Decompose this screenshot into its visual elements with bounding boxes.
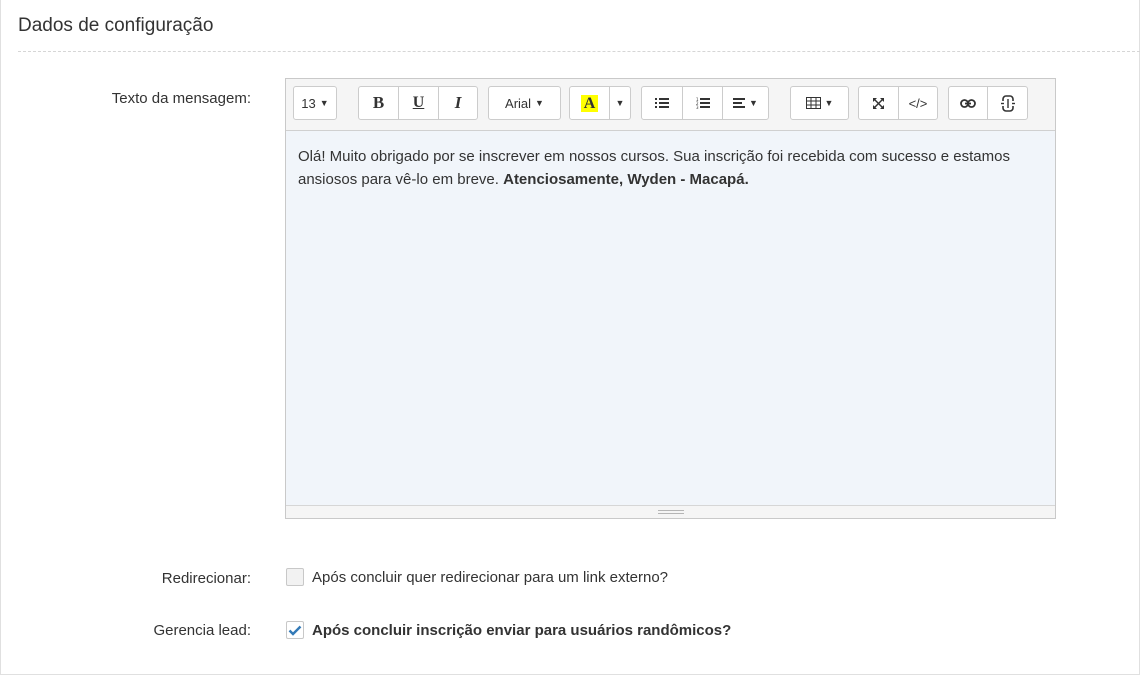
font-family-dropdown[interactable]: Arial ▼ <box>488 86 561 120</box>
font-size-group: 13 ▼ <box>293 86 337 120</box>
fullscreen-icon <box>873 97 884 109</box>
rich-text-editor: 13 ▼ B U I Arial ▼ A ▼ 1 2 3 ▼ ▼ </> Olá… <box>285 78 1056 519</box>
message-label: Texto da mensagem: <box>111 90 251 107</box>
color-dropdown-button[interactable]: ▼ <box>609 86 631 120</box>
link-icon <box>960 98 976 108</box>
caret-down-icon: ▼ <box>535 98 544 108</box>
editor-toolbar: 13 ▼ B U I Arial ▼ A ▼ 1 2 3 ▼ ▼ </> <box>286 79 1055 131</box>
redirect-option-label: Após concluir quer redirecionar para um … <box>312 568 669 586</box>
editor-resize-handle[interactable] <box>286 505 1055 518</box>
panel-divider <box>18 51 1140 52</box>
message-signature: Atenciosamente, Wyden - Macapá. <box>503 171 749 188</box>
bold-button[interactable]: B <box>358 86 399 120</box>
config-panel: Dados de configuração Texto da mensagem:… <box>0 0 1140 675</box>
italic-button[interactable]: I <box>438 86 478 120</box>
color-group: A ▼ <box>569 86 631 120</box>
font-size-dropdown[interactable]: 13 ▼ <box>293 86 337 120</box>
fullscreen-button[interactable] <box>858 86 899 120</box>
unordered-list-button[interactable] <box>641 86 683 120</box>
align-left-icon <box>733 98 746 108</box>
table-icon <box>805 97 821 109</box>
paragraph-group: 1 2 3 ▼ <box>641 86 769 120</box>
panel-title: Dados de configuração <box>18 15 214 36</box>
table-dropdown[interactable]: ▼ <box>790 86 849 120</box>
caret-down-icon: ▼ <box>615 98 625 108</box>
caret-down-icon: ▼ <box>824 98 834 108</box>
highlight-color-icon: A <box>580 94 599 112</box>
table-group: ▼ <box>790 86 849 120</box>
caret-down-icon: ▼ <box>749 98 758 108</box>
align-dropdown[interactable]: ▼ <box>722 86 769 120</box>
font-style-group: B U I <box>358 86 478 120</box>
font-size-value: 13 <box>301 95 316 111</box>
lead-checkbox[interactable] <box>286 621 304 639</box>
font-family-value: Arial <box>505 95 532 111</box>
link-group <box>948 86 1028 120</box>
font-family-group: Arial ▼ <box>488 86 561 120</box>
checkmark-icon <box>288 625 302 636</box>
ordered-list-icon: 1 2 3 <box>696 97 710 109</box>
highlight-color-button[interactable]: A <box>569 86 610 120</box>
editor-content[interactable]: Olá! Muito obrigado por se inscrever em … <box>286 131 1055 505</box>
caret-down-icon: ▼ <box>319 98 329 108</box>
svg-text:3: 3 <box>696 105 699 109</box>
redirect-option: Após concluir quer redirecionar para um … <box>286 568 668 586</box>
redirect-label: Redirecionar: <box>161 570 251 587</box>
link-button[interactable] <box>948 86 988 120</box>
unlink-icon <box>1000 94 1015 112</box>
lead-option: Após concluir inscrição enviar para usuá… <box>286 621 731 639</box>
underline-button[interactable]: U <box>398 86 439 120</box>
lead-label: Gerencia lead: <box>153 622 251 639</box>
view-group: </> <box>858 86 938 120</box>
unlink-button[interactable] <box>987 86 1028 120</box>
unordered-list-icon <box>655 98 669 108</box>
resize-grip-icon <box>658 510 684 514</box>
lead-option-label: Após concluir inscrição enviar para usuá… <box>312 621 732 639</box>
code-view-button[interactable]: </> <box>898 86 938 120</box>
ordered-list-button[interactable]: 1 2 3 <box>682 86 723 120</box>
redirect-checkbox[interactable] <box>286 568 304 586</box>
